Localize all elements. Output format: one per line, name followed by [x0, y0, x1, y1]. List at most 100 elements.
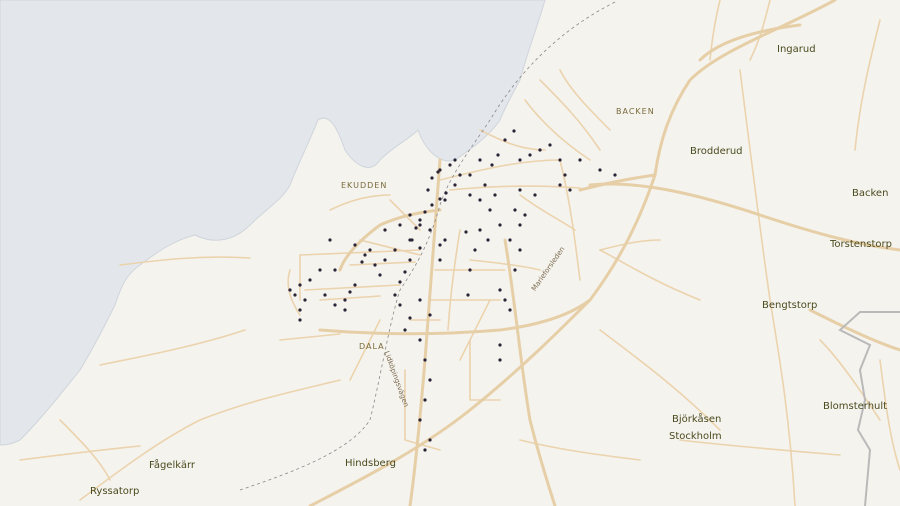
poi-marker[interactable] — [478, 158, 482, 162]
poi-marker[interactable] — [523, 213, 527, 217]
poi-marker[interactable] — [443, 198, 447, 202]
poi-marker[interactable] — [438, 197, 442, 201]
poi-marker[interactable] — [408, 258, 412, 262]
poi-marker[interactable] — [318, 268, 322, 272]
poi-marker[interactable] — [403, 328, 407, 332]
poi-marker[interactable] — [468, 173, 472, 177]
poi-marker[interactable] — [473, 248, 477, 252]
poi-marker[interactable] — [383, 258, 387, 262]
place-label-backen[interactable]: Backen — [852, 188, 888, 199]
poi-marker[interactable] — [490, 163, 494, 167]
poi-marker[interactable] — [423, 358, 427, 362]
poi-marker[interactable] — [478, 198, 482, 202]
poi-marker[interactable] — [558, 158, 562, 162]
poi-marker[interactable] — [333, 268, 337, 272]
poi-marker[interactable] — [613, 173, 617, 177]
poi-marker[interactable] — [468, 268, 472, 272]
poi-marker[interactable] — [414, 226, 418, 230]
poi-marker[interactable] — [303, 298, 307, 302]
poi-marker[interactable] — [423, 448, 427, 452]
poi-marker[interactable] — [418, 418, 422, 422]
poi-marker[interactable] — [503, 298, 507, 302]
poi-marker[interactable] — [418, 218, 422, 222]
poi-marker[interactable] — [383, 228, 387, 232]
poi-marker[interactable] — [363, 253, 367, 257]
poi-marker[interactable] — [598, 168, 602, 172]
poi-marker[interactable] — [518, 248, 522, 252]
poi-marker[interactable] — [486, 238, 490, 242]
poi-marker[interactable] — [418, 246, 422, 250]
poi-marker[interactable] — [323, 293, 327, 297]
place-label-bengtstorp[interactable]: Bengtstorp — [762, 300, 817, 311]
poi-marker[interactable] — [533, 193, 537, 197]
poi-marker[interactable] — [418, 338, 422, 342]
poi-marker[interactable] — [393, 293, 397, 297]
poi-marker[interactable] — [558, 183, 562, 187]
poi-marker[interactable] — [568, 188, 572, 192]
poi-marker[interactable] — [398, 223, 402, 227]
poi-marker[interactable] — [373, 263, 377, 267]
place-label-stockholm[interactable]: Stockholm — [669, 431, 722, 442]
poi-marker[interactable] — [408, 213, 412, 217]
poi-marker[interactable] — [496, 153, 500, 157]
poi-marker[interactable] — [498, 358, 502, 362]
poi-marker[interactable] — [488, 208, 492, 212]
poi-marker[interactable] — [398, 280, 402, 284]
poi-marker[interactable] — [508, 308, 512, 312]
poi-marker[interactable] — [298, 318, 302, 322]
place-label-fagelkarr[interactable]: Fågelkärr — [149, 460, 195, 471]
poi-marker[interactable] — [513, 268, 517, 272]
poi-marker[interactable] — [444, 191, 448, 195]
place-label-hindsberg[interactable]: Hindsberg — [345, 458, 396, 469]
place-label-blomsterhult[interactable]: Blomsterhult — [823, 401, 887, 412]
poi-marker[interactable] — [468, 193, 472, 197]
poi-marker[interactable] — [448, 163, 452, 167]
poi-marker[interactable] — [288, 288, 292, 292]
poi-marker[interactable] — [343, 298, 347, 302]
poi-marker[interactable] — [498, 343, 502, 347]
poi-marker[interactable] — [423, 398, 427, 402]
place-label-torstenstorp[interactable]: Torstenstorp — [830, 239, 892, 250]
poi-marker[interactable] — [353, 283, 357, 287]
poi-marker[interactable] — [428, 438, 432, 442]
map-view[interactable]: Ingarud BACKEN Brodderud Backen Torstens… — [0, 0, 900, 506]
poi-marker[interactable] — [493, 193, 497, 197]
poi-marker[interactable] — [483, 183, 487, 187]
poi-marker[interactable] — [428, 378, 432, 382]
poi-marker[interactable] — [408, 316, 412, 320]
poi-marker[interactable] — [436, 170, 440, 174]
poi-marker[interactable] — [328, 238, 332, 242]
poi-marker[interactable] — [360, 260, 364, 264]
poi-marker[interactable] — [563, 173, 567, 177]
poi-marker[interactable] — [428, 228, 432, 232]
poi-marker[interactable] — [464, 230, 468, 234]
poi-marker[interactable] — [518, 223, 522, 227]
poi-marker[interactable] — [443, 238, 447, 242]
poi-marker[interactable] — [430, 176, 434, 180]
poi-marker[interactable] — [298, 283, 302, 287]
poi-marker[interactable] — [308, 278, 312, 282]
poi-marker[interactable] — [398, 303, 402, 307]
poi-marker[interactable] — [348, 290, 352, 294]
place-label-brodderud[interactable]: Brodderud — [690, 146, 743, 157]
poi-marker[interactable] — [423, 210, 427, 214]
poi-marker[interactable] — [426, 188, 430, 192]
poi-marker[interactable] — [478, 228, 482, 232]
poi-marker[interactable] — [518, 188, 522, 192]
poi-marker[interactable] — [498, 223, 502, 227]
poi-marker[interactable] — [393, 248, 397, 252]
poi-marker[interactable] — [418, 223, 422, 227]
place-label-ryssatorp[interactable]: Ryssatorp — [90, 486, 139, 497]
place-label-ingarud[interactable]: Ingarud — [777, 44, 816, 55]
poi-marker[interactable] — [453, 183, 457, 187]
poi-marker[interactable] — [538, 148, 542, 152]
poi-marker[interactable] — [438, 258, 442, 262]
poi-marker[interactable] — [513, 208, 517, 212]
poi-marker[interactable] — [353, 243, 357, 247]
place-label-bjorkasen[interactable]: Björkåsen — [672, 414, 721, 425]
poi-marker[interactable] — [408, 238, 412, 242]
map-canvas[interactable] — [0, 0, 900, 506]
poi-marker[interactable] — [453, 158, 457, 162]
poi-marker[interactable] — [458, 173, 462, 177]
poi-marker[interactable] — [333, 303, 337, 307]
